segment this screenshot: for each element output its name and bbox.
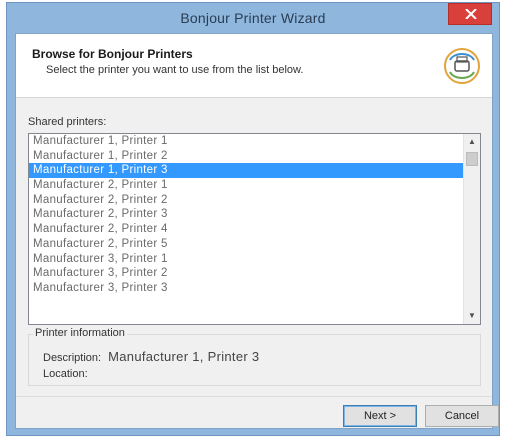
wizard-body: Browse for Bonjour Printers Select the p… — [15, 33, 499, 429]
printer-list-item[interactable]: Manufacturer 3, Printer 2 — [29, 266, 463, 281]
close-button[interactable] — [448, 3, 492, 25]
printer-list-item[interactable]: Manufacturer 3, Printer 3 — [29, 281, 463, 296]
printer-list-item[interactable]: Manufacturer 2, Printer 2 — [29, 193, 463, 208]
scroll-up-arrow-icon[interactable]: ▲ — [464, 134, 480, 150]
wizard-window: Bonjour Printer Wizard Browse for Bonjou… — [6, 2, 500, 436]
location-label: Location: — [43, 368, 88, 380]
location-row: Location: — [43, 368, 88, 380]
window-title: Bonjour Printer Wizard — [180, 10, 326, 26]
printer-list-item[interactable]: Manufacturer 3, Printer 1 — [29, 252, 463, 267]
description-row: Description: Manufacturer 1, Printer 3 — [43, 349, 259, 364]
printer-list-item[interactable]: Manufacturer 2, Printer 5 — [29, 237, 463, 252]
footer-divider — [16, 396, 492, 397]
description-value: Manufacturer 1, Printer 3 — [108, 349, 260, 364]
shared-printers-label: Shared printers: — [28, 116, 107, 128]
printer-list-item[interactable]: Manufacturer 2, Printer 1 — [29, 178, 463, 193]
list-scrollbar[interactable]: ▲ ▼ — [463, 134, 480, 324]
wizard-header: Browse for Bonjour Printers Select the p… — [16, 34, 492, 98]
printer-information-title: Printer information — [33, 327, 127, 339]
printer-list-item[interactable]: Manufacturer 2, Printer 4 — [29, 222, 463, 237]
close-icon — [465, 9, 477, 19]
bonjour-printer-logo-icon — [444, 48, 480, 84]
printer-list-item[interactable]: Manufacturer 1, Printer 2 — [29, 149, 463, 164]
header-title: Browse for Bonjour Printers — [32, 47, 193, 61]
printer-list-item[interactable]: Manufacturer 2, Printer 3 — [29, 207, 463, 222]
printer-information-group: Printer information Description: Manufac… — [28, 327, 481, 386]
header-subtitle: Select the printer you want to use from … — [46, 64, 304, 76]
printer-list-item[interactable]: Manufacturer 1, Printer 1 — [29, 134, 463, 149]
cancel-button[interactable]: Cancel — [425, 405, 499, 427]
next-button[interactable]: Next > — [343, 405, 417, 427]
scroll-thumb[interactable] — [466, 152, 478, 166]
printer-list-item[interactable]: Manufacturer 1, Printer 3 — [29, 163, 463, 179]
description-label: Description: — [43, 352, 102, 364]
title-bar[interactable]: Bonjour Printer Wizard — [7, 3, 499, 33]
printer-list[interactable]: Manufacturer 1, Printer 1 Manufacturer 1,… — [28, 133, 481, 325]
scroll-down-arrow-icon[interactable]: ▼ — [464, 308, 480, 324]
